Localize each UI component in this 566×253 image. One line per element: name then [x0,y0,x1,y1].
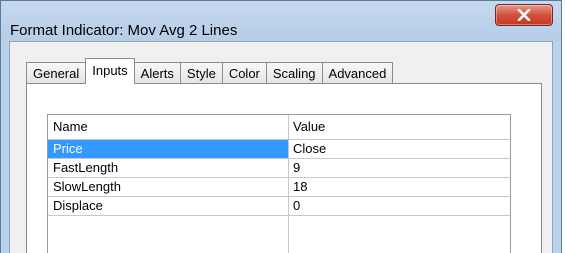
tab-strip: General Inputs Alerts Style Color Scalin… [26,58,394,84]
tab-alerts[interactable]: Alerts [133,62,181,84]
tab-scaling[interactable]: Scaling [265,62,323,84]
tab-style[interactable]: Style [179,62,223,84]
close-button[interactable] [495,4,553,26]
inputs-grid: Name Value Price Close FastLength 9 Slow… [47,114,511,253]
input-name-cell[interactable]: SlowLength [48,178,288,196]
tab-advanced[interactable]: Advanced [321,62,394,84]
tab-inputs[interactable]: Inputs [85,58,135,84]
table-row[interactable]: SlowLength 18 [48,178,510,197]
window-title: Format Indicator: Mov Avg 2 Lines [10,22,238,39]
inputs-tab-panel: Name Value Price Close FastLength 9 Slow… [26,83,542,253]
input-value-cell[interactable]: 0 [288,197,510,215]
format-indicator-window: Format Indicator: Mov Avg 2 Lines Genera… [0,0,562,253]
column-header-name[interactable]: Name [48,115,288,139]
table-row[interactable]: FastLength 9 [48,159,510,178]
tab-color[interactable]: Color [221,62,267,84]
grid-header: Name Value [48,115,510,140]
column-header-value[interactable]: Value [288,115,510,139]
tab-general[interactable]: General [26,62,87,84]
input-value-cell[interactable]: 18 [288,178,510,196]
input-name-cell[interactable]: Price [48,140,288,158]
input-value-cell[interactable]: Close [288,140,510,158]
input-name-cell[interactable]: Displace [48,197,288,215]
close-icon [517,9,531,21]
dialog-body: General Inputs Alerts Style Color Scalin… [9,41,553,253]
input-name-cell[interactable]: FastLength [48,159,288,177]
table-row[interactable]: Price Close [48,140,510,159]
table-row[interactable]: Displace 0 [48,197,510,216]
input-value-cell[interactable]: 9 [288,159,510,177]
title-bar[interactable]: Format Indicator: Mov Avg 2 Lines [1,1,561,41]
